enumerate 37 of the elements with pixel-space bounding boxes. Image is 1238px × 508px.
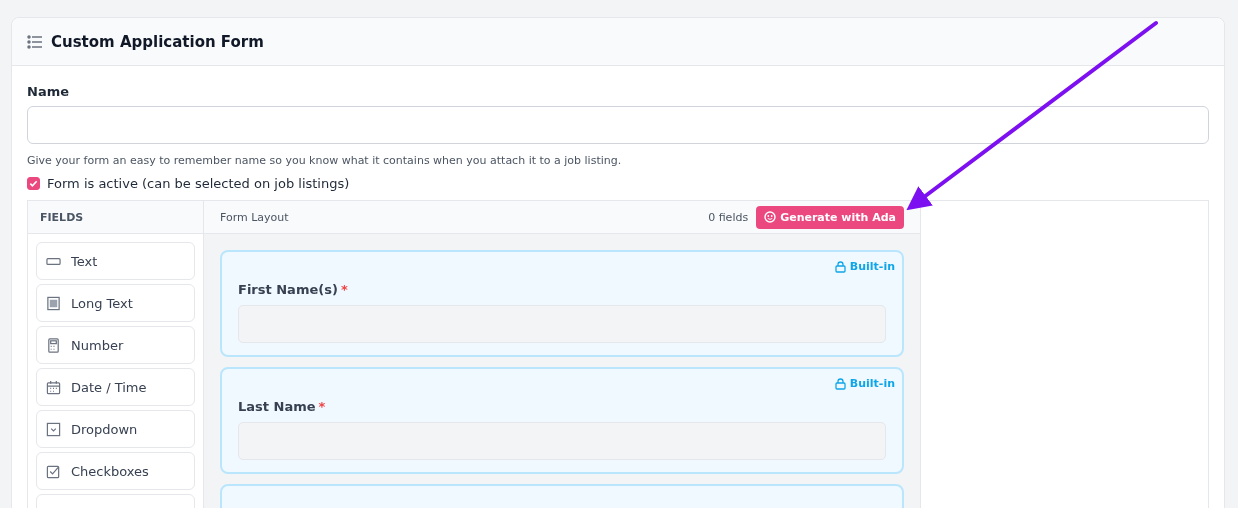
field-type-label: Number (71, 337, 124, 353)
layout-title: Form Layout (220, 210, 289, 224)
active-checkbox-label: Form is active (can be selected on job listings) (47, 176, 350, 191)
field-type-item[interactable]: Text (36, 242, 195, 280)
field-type-label: Text (71, 253, 98, 269)
checkbox-icon (46, 463, 61, 479)
name-input[interactable] (27, 106, 1209, 144)
textarea-icon (46, 295, 61, 311)
lock-icon (834, 377, 846, 390)
form-field-label: Last Name * (238, 399, 327, 414)
field-type-item[interactable]: Number (36, 326, 195, 364)
name-label: Name (27, 84, 70, 99)
built-in-label: Built-in (834, 377, 895, 390)
fields-heading: FIELDS (40, 210, 84, 224)
form-field-card[interactable]: Built-in Last Name * (220, 367, 904, 474)
list-icon (27, 34, 43, 49)
field-type-item[interactable]: Date / Time (36, 368, 195, 406)
field-count: 0 fields (708, 210, 749, 224)
field-type-label: Long Text (71, 295, 133, 311)
field-type-label: Dropdown (71, 421, 138, 437)
field-type-label: Date / Time (71, 379, 147, 395)
field-type-item[interactable]: Checkboxes (36, 452, 195, 490)
smiley-icon (764, 211, 777, 223)
field-type-item[interactable]: Long Text (36, 284, 195, 322)
lock-icon (834, 260, 846, 273)
dropdown-icon (46, 421, 61, 437)
field-type-item[interactable]: Dropdown (36, 410, 195, 448)
name-help-text: Give your form an easy to remember name so you know what it contains when you attach it to a job listing. (27, 154, 623, 167)
form-field-card[interactable]: Built-in First Name(s) * (220, 250, 904, 357)
card-title: Custom Application Form (51, 32, 264, 51)
built-in-label: Built-in (834, 260, 895, 273)
field-type-label: Checkboxes (71, 463, 149, 479)
active-checkbox[interactable] (27, 177, 40, 190)
calculator-icon (46, 337, 61, 353)
form-field-label: First Name(s) * (238, 282, 349, 297)
generate-button[interactable]: Generate with Ada (756, 205, 904, 229)
calendar-icon (46, 379, 61, 395)
